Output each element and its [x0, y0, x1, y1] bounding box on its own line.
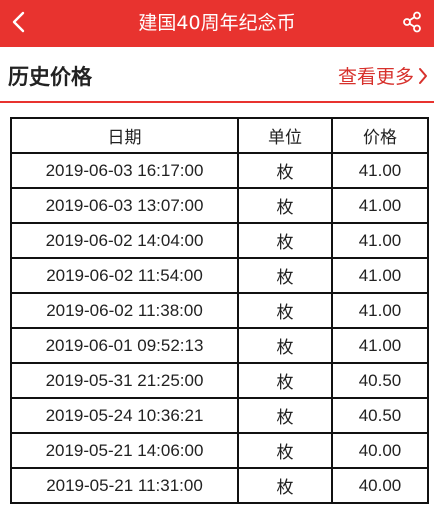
price-history-table: 日期 单位 价格 2019-06-03 16:17:00 枚 41.00 201… [10, 117, 429, 504]
page-title: 建国40周年纪念币 [138, 12, 296, 34]
cell-price: 40.00 [331, 467, 429, 504]
chevron-right-icon [418, 67, 428, 85]
cell-price: 40.00 [331, 432, 429, 469]
table-row: 2019-06-02 14:04:00 枚 41.00 [10, 222, 429, 259]
cell-unit: 枚 [237, 257, 333, 294]
share-button[interactable] [390, 0, 434, 47]
share-icon [401, 11, 423, 37]
cell-unit: 枚 [237, 327, 333, 364]
table-row: 2019-06-02 11:54:00 枚 41.00 [10, 257, 429, 294]
section-title: 历史价格 [8, 65, 92, 89]
column-header-unit: 单位 [237, 117, 333, 154]
cell-price: 41.00 [331, 292, 429, 329]
table-row: 2019-06-02 11:38:00 枚 41.00 [10, 292, 429, 329]
cell-unit: 枚 [237, 187, 333, 224]
cell-date: 2019-06-01 09:52:13 [10, 327, 239, 364]
section-header: 历史价格 查看更多 [0, 47, 434, 103]
table-row: 2019-06-03 13:07:00 枚 41.00 [10, 187, 429, 224]
table-row: 2019-06-01 09:52:13 枚 41.00 [10, 327, 429, 364]
top-bar: 建国40周年纪念币 [0, 0, 434, 47]
cell-price: 41.00 [331, 187, 429, 224]
cell-date: 2019-05-24 10:36:21 [10, 397, 239, 434]
cell-price: 41.00 [331, 222, 429, 259]
view-more-link[interactable]: 查看更多 [338, 62, 428, 89]
table-row: 2019-05-21 11:31:00 枚 40.00 [10, 467, 429, 504]
cell-unit: 枚 [237, 432, 333, 469]
column-header-price: 价格 [331, 117, 429, 154]
view-more-label: 查看更多 [337, 66, 414, 88]
cell-unit: 枚 [237, 397, 333, 434]
cell-unit: 枚 [237, 292, 333, 329]
cell-date: 2019-06-02 11:38:00 [10, 292, 239, 329]
table-row: 2019-05-21 14:06:00 枚 40.00 [10, 432, 429, 469]
cell-unit: 枚 [237, 152, 333, 189]
table-row: 2019-05-24 10:36:21 枚 40.50 [10, 397, 429, 434]
cell-price: 41.00 [331, 327, 429, 364]
cell-date: 2019-05-21 14:06:00 [10, 432, 239, 469]
cell-price: 40.50 [331, 362, 429, 399]
cell-unit: 枚 [237, 362, 333, 399]
cell-price: 41.00 [331, 152, 429, 189]
cell-date: 2019-05-21 11:31:00 [10, 467, 239, 504]
cell-price: 40.50 [331, 397, 429, 434]
cell-date: 2019-06-02 14:04:00 [10, 222, 239, 259]
back-button[interactable] [0, 0, 36, 47]
cell-unit: 枚 [237, 222, 333, 259]
chevron-left-icon [11, 11, 25, 37]
table-row: 2019-05-31 21:25:00 枚 40.50 [10, 362, 429, 399]
table-row: 2019-06-03 16:17:00 枚 41.00 [10, 152, 429, 189]
table-header-row: 日期 单位 价格 [10, 117, 429, 154]
column-header-date: 日期 [10, 117, 239, 154]
cell-unit: 枚 [237, 467, 333, 504]
cell-date: 2019-06-02 11:54:00 [10, 257, 239, 294]
cell-date: 2019-05-31 21:25:00 [10, 362, 239, 399]
cell-date: 2019-06-03 13:07:00 [10, 187, 239, 224]
cell-date: 2019-06-03 16:17:00 [10, 152, 239, 189]
cell-price: 41.00 [331, 257, 429, 294]
